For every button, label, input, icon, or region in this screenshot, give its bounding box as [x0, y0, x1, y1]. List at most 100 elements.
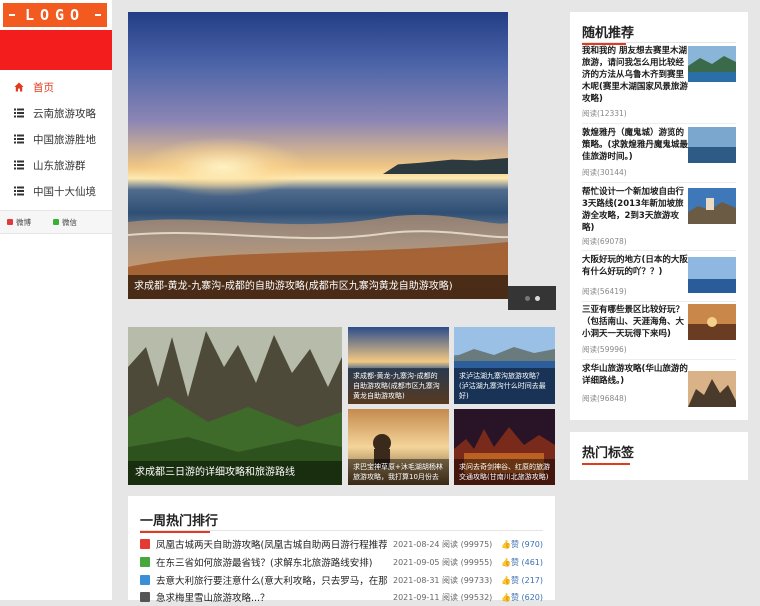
tile-caption: 求成都-黄龙-九寨沟-成都的自助游攻略(成都市区九寨沟黄龙自助游攻略)	[348, 368, 449, 404]
weekly-row[interactable]: 去意大利旅行要注意什么(意大利攻略，只去罗马，在那边果两天的) 2021-08-…	[140, 571, 543, 589]
row-date: 2021-09-11	[393, 592, 440, 602]
weekly-row[interactable]: 急求梅里雪山旅游攻略...？ 2021-09-11 阅读 (99532) 👍赞 …	[140, 588, 543, 606]
sidebar-item-fairyland[interactable]: 中国十大仙境	[0, 178, 112, 204]
weekly-row-title[interactable]: 急求梅里雪山旅游攻略...？	[156, 590, 387, 604]
list-icon	[14, 160, 24, 170]
hot-tags-panel: 热门标签	[570, 432, 748, 480]
rank-flag-icon	[140, 575, 150, 585]
weekly-row-meta: 2021-08-24 阅读 (99975)	[387, 539, 495, 550]
recommend-item[interactable]: 三亚有哪些景区比较好玩？（包括南山、天涯海角、大小洞天一天玩得下来吗) 阅读(5…	[582, 304, 736, 360]
recommend-thumbnail[interactable]	[688, 188, 736, 224]
list-icon	[14, 108, 24, 118]
like-button[interactable]: 👍赞 (217)	[495, 575, 543, 586]
like-button[interactable]: 👍赞 (620)	[495, 592, 543, 603]
weekly-row-title[interactable]: 去意大利旅行要注意什么(意大利攻略，只去罗马，在那边果两天的)	[156, 573, 387, 587]
wechat-label: 微信	[62, 217, 77, 227]
recommend-title[interactable]: 我和我的 朋友想去赛里木湖旅游，请问我怎么用比较经济的方法从乌鲁木齐到赛里木呢(…	[582, 45, 688, 105]
like-count: 赞 (620)	[510, 592, 543, 602]
feature-tile[interactable]: 求成都-黄龙-九寨沟-成都的自助游攻略(成都市区九寨沟黄龙自助游攻略)	[348, 327, 449, 404]
slider-dot-active[interactable]	[534, 295, 540, 301]
row-read: 阅读 (99975)	[442, 539, 493, 549]
recommend-read-count: 阅读(56419)	[582, 287, 627, 296]
row-read: 阅读 (99955)	[442, 557, 493, 567]
row-read: 阅读 (99733)	[442, 575, 493, 585]
weibo-icon	[7, 219, 13, 225]
slider-dot[interactable]	[524, 295, 530, 301]
recommend-read-count: 阅读(59996)	[582, 345, 627, 354]
weibo-label: 微博	[16, 217, 31, 227]
tile-caption: 求巴宝神草原+沐毛湖胡杨林旅游攻略，我打算10月份去	[348, 459, 449, 485]
recommend-item[interactable]: 帮忙设计一个新加坡自由行3天路线(2013年新加坡旅游全攻略，2到3天旅游攻略)…	[582, 186, 736, 251]
social-links: 微博 微信	[0, 210, 112, 234]
wechat-icon	[53, 219, 59, 225]
rank-flag-icon	[140, 592, 150, 602]
tile-caption: 求问去奇剑神谷、红原的旅游交通攻略(甘南川北旅游攻略)	[454, 459, 555, 485]
recommend-read-count: 阅读(69078)	[582, 237, 627, 246]
sidebar-item-label: 中国十大仙境	[33, 185, 96, 198]
weekly-row-meta: 2021-09-11 阅读 (99532)	[387, 592, 495, 603]
like-count: 赞 (461)	[510, 557, 543, 567]
recommend-read-count: 阅读(96848)	[582, 394, 627, 403]
row-date: 2021-08-31	[393, 575, 440, 585]
recommend-thumbnail[interactable]	[688, 127, 736, 163]
like-button[interactable]: 👍赞 (970)	[495, 539, 543, 550]
like-count: 赞 (217)	[510, 575, 543, 585]
sidebar-item-label: 首页	[33, 81, 54, 94]
list-icon	[14, 186, 24, 196]
recommend-item[interactable]: 敦煌雅丹（魔鬼城）游览的策略。(求敦煌雅丹魔鬼城最佳旅游时间。) 阅读(3014…	[582, 127, 736, 183]
weekly-row-title[interactable]: 在东三省如何旅游最省钱？(求解东北旅游路线安排)	[156, 555, 387, 569]
hero-slide[interactable]: 求成都-黄龙-九寨沟-成都的自助游攻略(成都市区九寨沟黄龙自助游攻略)	[128, 12, 508, 299]
slider-pagination	[508, 286, 556, 310]
weekly-row-title[interactable]: 凤凰古城两天自助游攻略(凤凰古城自助两日游行程推荐)	[156, 537, 387, 551]
weibo-link[interactable]: 微博	[7, 217, 31, 228]
weekly-hot-panel: 一周热门排行 凤凰古城两天自助游攻略(凤凰古城自助两日游行程推荐) 2021-0…	[128, 496, 555, 604]
sidebar-item-china[interactable]: 中国旅游胜地	[0, 126, 112, 152]
rank-flag-icon	[140, 539, 150, 549]
random-recommend-title: 随机推荐	[582, 22, 634, 45]
recommend-read-count: 阅读(30144)	[582, 168, 627, 177]
recommend-item[interactable]: 求华山旅游攻略(华山旅游的详细路线。) 阅读(96848)	[582, 363, 736, 411]
recommend-thumbnail[interactable]	[688, 304, 736, 340]
feature-tile[interactable]: 求泸沽湖九寨沟旅游攻略？(泸沽湖九寨沟什么时间去最好)	[454, 327, 555, 404]
sidebar-item-yunnan[interactable]: 云南旅游攻略	[0, 100, 112, 126]
home-icon	[14, 82, 24, 92]
tile-caption: 求成都三日游的详细攻略和旅游路线	[128, 461, 342, 485]
sidebar-item-shandong[interactable]: 山东旅游群	[0, 152, 112, 178]
sidebar-banner	[0, 30, 112, 70]
row-date: 2021-08-24	[393, 539, 440, 549]
recommend-title[interactable]: 大阪好玩的地方(日本的大阪有什么好玩的吖？？)	[582, 254, 688, 278]
weekly-row[interactable]: 在东三省如何旅游最省钱？(求解东北旅游路线安排) 2021-09-05 阅读 (…	[140, 553, 543, 571]
hero-caption[interactable]: 求成都-黄龙-九寨沟-成都的自助游攻略(成都市区九寨沟黄龙自助游攻略)	[128, 275, 508, 299]
recommend-title[interactable]: 敦煌雅丹（魔鬼城）游览的策略。(求敦煌雅丹魔鬼城最佳旅游时间。)	[582, 127, 688, 163]
recommend-item[interactable]: 大阪好玩的地方(日本的大阪有什么好玩的吖？？) 阅读(56419)	[582, 254, 736, 302]
feature-tile[interactable]: 求问去奇剑神谷、红原的旅游交通攻略(甘南川北旅游攻略)	[454, 409, 555, 485]
divider	[140, 530, 543, 531]
wechat-link[interactable]: 微信	[53, 217, 77, 228]
sidebar-item-home[interactable]: 首页	[0, 74, 112, 100]
row-date: 2021-09-05	[393, 557, 440, 567]
random-recommend-panel: 随机推荐 我和我的 朋友想去赛里木湖旅游，请问我怎么用比较经济的方法从乌鲁木齐到…	[570, 12, 748, 420]
recommend-title[interactable]: 求华山旅游攻略(华山旅游的详细路线。)	[582, 363, 688, 387]
sidebar-item-label: 云南旅游攻略	[33, 107, 96, 120]
recommend-title[interactable]: 三亚有哪些景区比较好玩？（包括南山、天涯海角、大小洞天一天玩得下来吗)	[582, 304, 688, 340]
recommend-title[interactable]: 帮忙设计一个新加坡自由行3天路线(2013年新加坡旅游全攻略，2到3天旅游攻略)	[582, 186, 688, 234]
like-button[interactable]: 👍赞 (461)	[495, 557, 543, 568]
recommend-thumbnail[interactable]	[688, 257, 736, 293]
rank-flag-icon	[140, 557, 150, 567]
sidebar-item-label: 山东旅游群	[33, 159, 86, 172]
feature-tile[interactable]: 求巴宝神草原+沐毛湖胡杨林旅游攻略，我打算10月份去	[348, 409, 449, 485]
left-sidebar: LOGO 首页 云南旅游攻略 中国旅游胜地 山东旅游群 中国十大仙境 微博 微信	[0, 0, 112, 600]
like-count: 赞 (970)	[510, 539, 543, 549]
tile-caption: 求泸沽湖九寨沟旅游攻略？(泸沽湖九寨沟什么时间去最好)	[454, 368, 555, 404]
feature-tile-large[interactable]: 求成都三日游的详细攻略和旅游路线	[128, 327, 342, 485]
divider	[582, 42, 736, 43]
recommend-item[interactable]: 我和我的 朋友想去赛里木湖旅游，请问我怎么用比较经济的方法从乌鲁木齐到赛里木呢(…	[582, 45, 736, 124]
recommend-thumbnail[interactable]	[688, 46, 736, 82]
site-logo[interactable]: LOGO	[3, 3, 107, 27]
weekly-row[interactable]: 凤凰古城两天自助游攻略(凤凰古城自助两日游行程推荐) 2021-08-24 阅读…	[140, 535, 543, 553]
weekly-hot-title: 一周热门排行	[140, 510, 218, 533]
recommend-thumbnail[interactable]	[688, 371, 736, 407]
weekly-row-meta: 2021-09-05 阅读 (99955)	[387, 557, 495, 568]
recommend-read-count: 阅读(12331)	[582, 109, 627, 118]
hot-tags-title: 热门标签	[582, 442, 634, 465]
